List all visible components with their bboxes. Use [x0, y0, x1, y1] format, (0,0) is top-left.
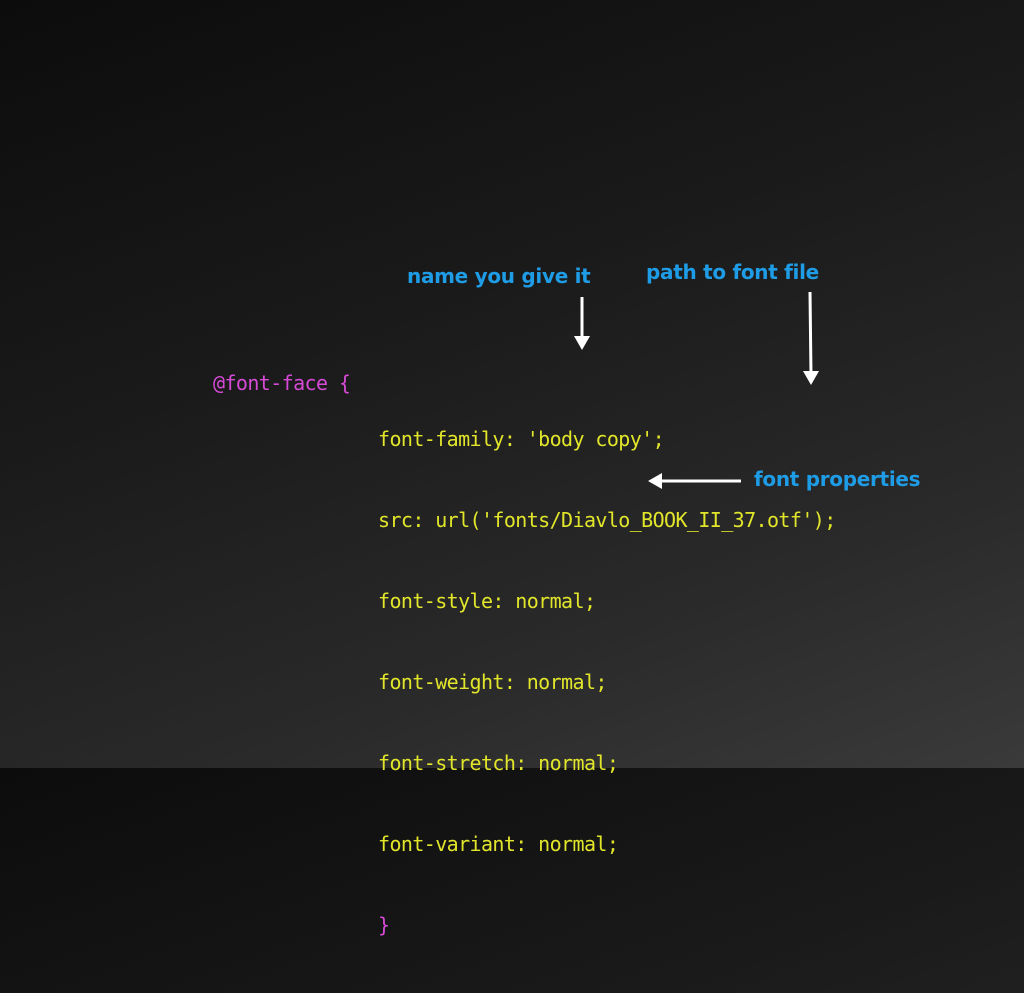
css-declarations: font-family: 'body copy'; src: url('font…	[378, 372, 836, 993]
declaration-src: src: url('fonts/Diavlo_BOOK_II_37.otf');	[378, 508, 836, 532]
slide: name you give it path to font file font …	[0, 0, 1024, 937]
declaration-font-weight: font-weight: normal;	[378, 670, 607, 694]
declaration-font-family: font-family: 'body copy';	[378, 427, 665, 451]
arrow-down-name-icon	[574, 297, 590, 350]
declaration-font-style: font-style: normal;	[378, 589, 596, 613]
declaration-font-stretch: font-stretch: normal;	[378, 751, 619, 775]
declaration-font-variant: font-variant: normal;	[378, 832, 619, 856]
closing-brace: }	[378, 913, 390, 937]
css-selector: @font-face {	[213, 371, 351, 395]
